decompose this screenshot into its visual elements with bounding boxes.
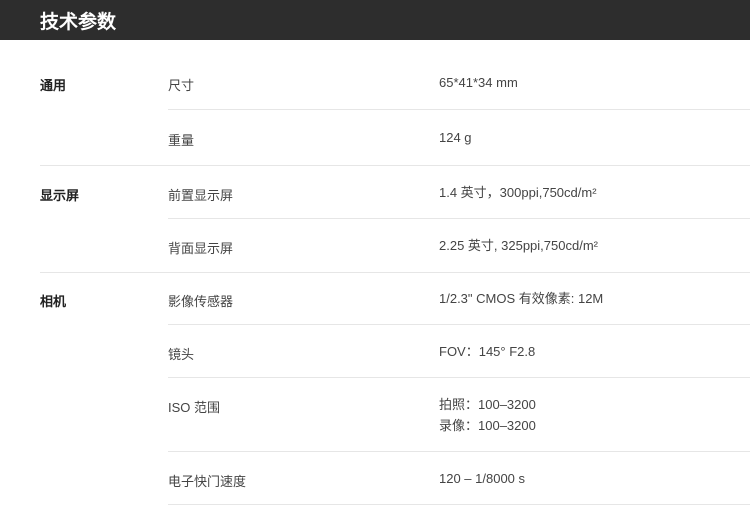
spec-value: 65*41*34 mm xyxy=(439,75,518,90)
spec-value: 拍照：100–3200 xyxy=(439,397,536,412)
spec-value: 录像：100–3200 xyxy=(439,418,536,433)
spec-name: ISO 范围 xyxy=(168,400,221,415)
group-label-general: 通用 xyxy=(40,78,67,93)
spec-name: 尺寸 xyxy=(168,78,195,93)
spec-value: FOV：145° F2.8 xyxy=(439,344,536,359)
spec-name: 镜头 xyxy=(168,347,195,362)
group-divider xyxy=(40,165,750,166)
spec-name: 背面显示屏 xyxy=(168,241,234,256)
spec-value: 1.4 英寸，300ppi,750cd/m² xyxy=(439,185,597,200)
row-divider xyxy=(168,218,750,219)
spec-name: 重量 xyxy=(168,133,195,148)
row-divider xyxy=(168,451,750,452)
group-divider xyxy=(40,272,750,273)
page-title: 技术参数 xyxy=(40,11,117,33)
spec-name: 前置显示屏 xyxy=(168,188,234,203)
spec-value: 2.25 英寸, 325ppi,750cd/m² xyxy=(439,238,598,253)
group-label-display: 显示屏 xyxy=(40,188,80,203)
spec-name: 电子快门速度 xyxy=(168,474,247,489)
row-divider xyxy=(168,504,750,505)
row-divider xyxy=(168,377,750,378)
spec-value: 120 – 1/8000 s xyxy=(439,471,526,486)
spec-name: 影像传感器 xyxy=(168,294,234,309)
row-divider xyxy=(168,109,750,110)
spec-value: 124 g xyxy=(439,130,472,145)
group-label-camera: 相机 xyxy=(40,294,67,309)
page-header: 技术参数 xyxy=(0,0,750,40)
row-divider xyxy=(168,324,750,325)
spec-value: 1/2.3" CMOS 有效像素: 12M xyxy=(439,291,604,306)
